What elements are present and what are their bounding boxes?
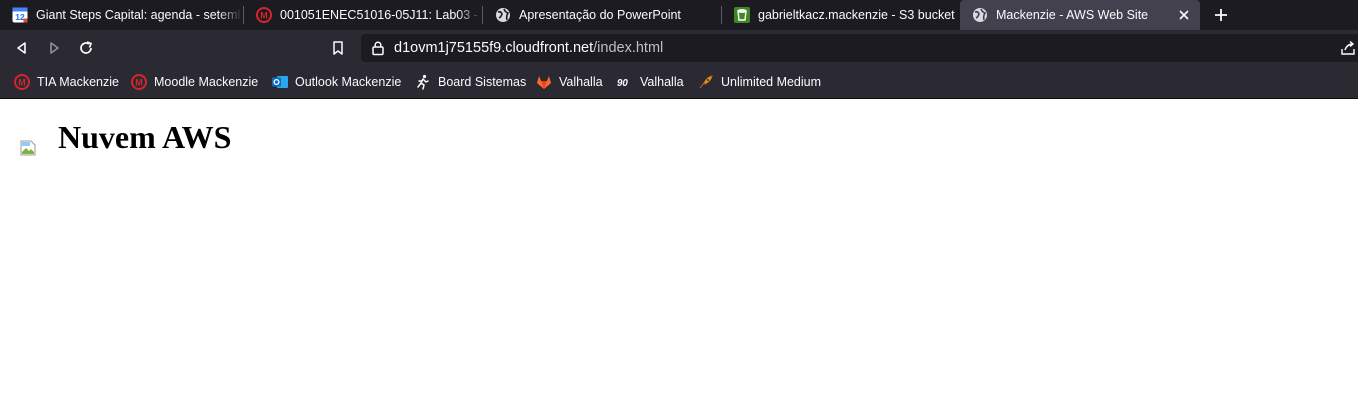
bookmark-label: Unlimited Medium (721, 75, 822, 89)
svg-text:90: 90 (617, 78, 628, 89)
reload-button[interactable] (76, 38, 96, 58)
lock-icon[interactable] (370, 40, 386, 56)
globe-icon (972, 7, 988, 23)
bookmark-board-sistemas[interactable]: Board Sistemas (415, 72, 526, 92)
tab-title: Apresentação do PowerPoint (519, 8, 681, 22)
broken-image-icon (20, 140, 36, 156)
address-bar[interactable]: d1ovm1j75155f9.cloudfront.net/index.html (361, 34, 1358, 62)
medium-icon (698, 74, 714, 90)
tab-powerpoint[interactable]: Apresentação do PowerPoint (483, 0, 720, 30)
bookmark-label: Outlook Mackenzie (295, 75, 402, 89)
forward-arrow-icon (50, 42, 59, 54)
back-button[interactable] (12, 38, 32, 58)
mackenzie-icon: M (131, 74, 147, 90)
bookmark-label: Moodle Mackenzie (154, 75, 259, 89)
page-heading: Nuvem AWS (58, 119, 232, 155)
tab-lab03[interactable]: M 001051ENEC51016-05J11: Lab03 - Cloud (244, 0, 481, 30)
tab-aws-web-site[interactable]: Mackenzie - AWS Web Site (960, 0, 1200, 30)
go-icon: 90 (617, 74, 633, 90)
mackenzie-icon: M (14, 74, 30, 90)
mackenzie-icon: M (256, 7, 272, 23)
navigation-toolbar: d1ovm1j75155f9.cloudfront.net/index.html (0, 30, 1358, 66)
tab-title: 001051ENEC51016-05J11: Lab03 - Cloud (280, 8, 481, 22)
svg-text:M: M (18, 78, 26, 88)
close-tab-icon[interactable] (1176, 7, 1192, 23)
bookmark-outlook-mackenzie[interactable]: Outlook Mackenzie (272, 72, 401, 92)
bookmark-unlimited-medium[interactable]: Unlimited Medium (698, 72, 821, 92)
runner-icon (415, 74, 431, 90)
svg-text:12: 12 (15, 12, 25, 22)
aws-s3-icon (734, 7, 750, 23)
bookmark-moodle-mackenzie[interactable]: M Moodle Mackenzie (131, 72, 258, 92)
bookmark-label: Valhalla (640, 75, 684, 89)
outlook-icon (272, 74, 288, 90)
share-icon[interactable] (1340, 40, 1356, 56)
bookmark-tia-mackenzie[interactable]: M TIA Mackenzie (14, 72, 119, 92)
forward-button[interactable] (44, 38, 64, 58)
bookmark-valhalla-gitlab[interactable]: Valhalla (536, 72, 603, 92)
plus-icon (1215, 9, 1227, 21)
google-calendar-icon: 12 (12, 7, 28, 23)
url-path: /index.html (593, 40, 664, 56)
tab-google-calendar[interactable]: 12 Giant Steps Capital: agenda - setembr… (0, 0, 242, 30)
tab-title: gabrieltkacz.mackenzie - S3 bucket (758, 8, 955, 22)
bookmark-label: Valhalla (559, 75, 603, 89)
bookmarks-toolbar: M TIA Mackenzie M Moodle Mackenzie Outlo… (0, 66, 1358, 99)
new-tab-button[interactable] (1210, 5, 1232, 25)
url-text[interactable]: d1ovm1j75155f9.cloudfront.net/index.html (394, 40, 663, 56)
bookmark-label: TIA Mackenzie (37, 75, 119, 89)
back-arrow-icon (17, 42, 26, 54)
bookmark-valhalla-go[interactable]: 90 Valhalla (617, 72, 684, 92)
tab-title: Giant Steps Capital: agenda - setembro (36, 8, 242, 22)
tab-title: Mackenzie - AWS Web Site (996, 8, 1149, 22)
svg-text:M: M (260, 11, 268, 21)
reload-icon (80, 41, 93, 54)
globe-icon (495, 7, 511, 23)
bookmark-label: Board Sistemas (438, 75, 527, 89)
bookmark-icon (333, 41, 343, 55)
bookmark-page-button[interactable] (328, 38, 348, 58)
gitlab-icon (536, 74, 552, 90)
url-domain: d1ovm1j75155f9.cloudfront.net (394, 40, 594, 56)
svg-text:M: M (135, 78, 143, 88)
page-content: Nuvem AWS (0, 99, 1358, 420)
tab-s3-bucket[interactable]: gabrieltkacz.mackenzie - S3 bucket (722, 0, 959, 30)
tab-strip: 12 Giant Steps Capital: agenda - setembr… (0, 0, 1358, 30)
